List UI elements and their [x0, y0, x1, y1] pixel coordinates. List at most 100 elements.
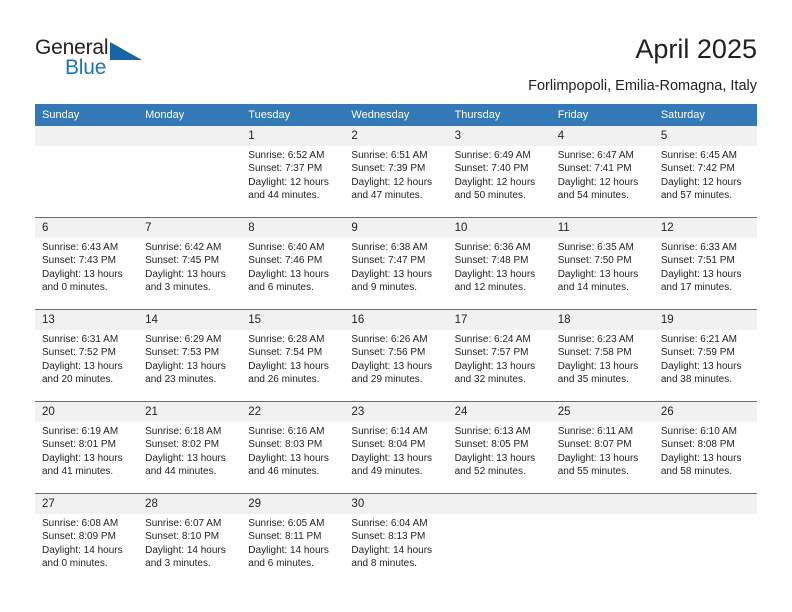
day-cell-3[interactable]: Sunrise: 6:49 AM Sunset: 7:40 PM Daylight:… — [447, 146, 551, 217]
day-cell-22[interactable]: Sunrise: 6:16 AM Sunset: 8:03 PM Daylight:… — [241, 422, 345, 493]
day-number-21[interactable]: 21 — [138, 402, 242, 422]
day-number-2[interactable]: 2 — [344, 126, 448, 146]
day-detail-line: Daylight: 13 hours — [42, 360, 123, 372]
day-detail-line: Daylight: 13 hours — [145, 360, 226, 372]
day-cell-4[interactable]: Sunrise: 6:47 AM Sunset: 7:41 PM Daylight:… — [550, 146, 654, 217]
day-detail-line: Daylight: 13 hours — [248, 268, 329, 280]
day-number-25[interactable]: 25 — [550, 402, 654, 422]
day-number-24[interactable]: 24 — [447, 402, 551, 422]
day-cell-17[interactable]: Sunrise: 6:24 AM Sunset: 7:57 PM Daylight:… — [447, 330, 551, 401]
day-number-22[interactable]: 22 — [241, 402, 345, 422]
day-number-18[interactable]: 18 — [550, 310, 654, 330]
day-number-3[interactable]: 3 — [447, 126, 551, 146]
day-cell-28[interactable]: Sunrise: 6:07 AM Sunset: 8:10 PM Daylight:… — [138, 514, 242, 585]
day-cell-7[interactable]: Sunrise: 6:42 AM Sunset: 7:45 PM Daylight:… — [138, 238, 242, 309]
day-cell-18[interactable]: Sunrise: 6:23 AM Sunset: 7:58 PM Daylight:… — [550, 330, 654, 401]
day-cell-24[interactable]: Sunrise: 6:13 AM Sunset: 8:05 PM Daylight:… — [447, 422, 551, 493]
day-number-30[interactable]: 30 — [344, 494, 448, 514]
day-detail-line: Daylight: 14 hours — [42, 544, 123, 556]
day-detail-line: Sunrise: 6:31 AM — [42, 334, 119, 345]
day-detail-line: Sunrise: 6:36 AM — [454, 242, 531, 253]
day-detail-line: Daylight: 13 hours — [660, 268, 742, 280]
day-cell-29[interactable]: Sunrise: 6:05 AM Sunset: 8:11 PM Daylight:… — [241, 514, 345, 585]
day-number-17[interactable]: 17 — [447, 310, 551, 330]
day-detail-line: Sunrise: 6:47 AM — [557, 150, 634, 161]
day-detail-line: and 44 minutes. — [145, 465, 217, 477]
day-cell-27[interactable]: Sunrise: 6:08 AM Sunset: 8:09 PM Daylight:… — [35, 514, 139, 585]
day-cell-21[interactable]: Sunrise: 6:18 AM Sunset: 8:02 PM Daylight:… — [138, 422, 242, 493]
day-detail-line: Sunrise: 6:13 AM — [454, 426, 531, 437]
sunrise-sunset-calendar: Sunday Monday Tuesday Wednesday Thursday Frid… — [35, 104, 757, 585]
day-detail-line: and 57 minutes. — [660, 189, 733, 201]
day-number-11[interactable]: 11 — [550, 218, 654, 238]
day-cell-16[interactable]: Sunrise: 6:26 AM Sunset: 7:56 PM Daylight:… — [344, 330, 448, 401]
day-detail-line: Sunrise: 6:07 AM — [145, 518, 222, 529]
day-number-row: 27 28 29 30 — [35, 494, 757, 514]
day-number-12[interactable]: 12 — [653, 218, 757, 238]
day-detail-line: Daylight: 13 hours — [660, 360, 742, 372]
day-detail-line: Sunset: 8:07 PM — [557, 439, 632, 451]
day-number-6[interactable]: 6 — [35, 218, 139, 238]
day-cell-26[interactable]: Sunrise: 6:10 AM Sunset: 8:08 PM Daylight:… — [653, 422, 757, 493]
day-number-15[interactable]: 15 — [241, 310, 345, 330]
day-cell-14[interactable]: Sunrise: 6:29 AM Sunset: 7:53 PM Daylight:… — [138, 330, 242, 401]
day-number-20[interactable]: 20 — [35, 402, 139, 422]
day-detail-line: Sunset: 8:03 PM — [248, 439, 323, 451]
day-cell-9[interactable]: Sunrise: 6:38 AM Sunset: 7:47 PM Daylight:… — [344, 238, 448, 309]
day-number-8[interactable]: 8 — [241, 218, 345, 238]
day-cell-11[interactable]: Sunrise: 6:35 AM Sunset: 7:50 PM Daylight:… — [550, 238, 654, 309]
day-cell-10[interactable]: Sunrise: 6:36 AM Sunset: 7:48 PM Daylight:… — [447, 238, 551, 309]
day-number-row: 6 7 8 9 10 11 12 — [35, 218, 757, 238]
day-detail-line: Sunrise: 6:42 AM — [145, 242, 222, 253]
day-number-9[interactable]: 9 — [344, 218, 448, 238]
day-cell-8[interactable]: Sunrise: 6:40 AM Sunset: 7:46 PM Daylight:… — [241, 238, 345, 309]
day-cell-1[interactable]: Sunrise: 6:52 AM Sunset: 7:37 PM Daylight:… — [241, 146, 345, 217]
day-number-4[interactable]: 4 — [550, 126, 654, 146]
day-number-10[interactable]: 10 — [447, 218, 551, 238]
day-cell-20[interactable]: Sunrise: 6:19 AM Sunset: 8:01 PM Daylight:… — [35, 422, 139, 493]
day-cell-23[interactable]: Sunrise: 6:14 AM Sunset: 8:04 PM Daylight:… — [344, 422, 448, 493]
calendar-body: 1 2 3 4 5 Sunrise: 6:52 AM Sunset: 7:37 PM Dayl… — [35, 126, 757, 585]
day-number-16[interactable]: 16 — [344, 310, 448, 330]
weekday-header-thursday: Thursday — [447, 104, 551, 126]
day-cell-30[interactable]: Sunrise: 6:04 AM Sunset: 8:13 PM Daylight:… — [344, 514, 448, 585]
day-number-19[interactable]: 19 — [653, 310, 757, 330]
day-cell-2[interactable]: Sunrise: 6:51 AM Sunset: 7:39 PM Daylight:… — [344, 146, 448, 217]
day-cell-6[interactable]: Sunrise: 6:43 AM Sunset: 7:43 PM Daylight:… — [35, 238, 139, 309]
day-detail-line: Sunrise: 6:38 AM — [351, 242, 428, 253]
weekday-header-wednesday: Wednesday — [344, 104, 448, 126]
day-number-7[interactable]: 7 — [138, 218, 242, 238]
triangle-icon — [110, 42, 142, 60]
day-detail-line: Daylight: 12 hours — [660, 176, 742, 188]
day-number-28[interactable]: 28 — [138, 494, 242, 514]
day-detail-line: Sunset: 7:48 PM — [454, 255, 529, 267]
day-cell-15[interactable]: Sunrise: 6:28 AM Sunset: 7:54 PM Daylight:… — [241, 330, 345, 401]
day-number-13[interactable]: 13 — [35, 310, 139, 330]
day-detail-line: and 0 minutes. — [42, 557, 108, 569]
calendar-page: General Blue April 2025 Forlimpopoli, Em… — [0, 0, 792, 612]
day-detail-line: Daylight: 13 hours — [351, 360, 433, 372]
day-cell-12[interactable]: Sunrise: 6:33 AM Sunset: 7:51 PM Daylight:… — [653, 238, 757, 309]
day-cell-5[interactable]: Sunrise: 6:45 AM Sunset: 7:42 PM Daylight:… — [653, 146, 757, 217]
day-number-26[interactable]: 26 — [653, 402, 757, 422]
day-detail-line: and 3 minutes. — [145, 281, 211, 293]
day-detail-line: Sunrise: 6:43 AM — [42, 242, 119, 253]
day-number-empty — [138, 126, 242, 146]
day-cell-25[interactable]: Sunrise: 6:11 AM Sunset: 8:07 PM Daylight:… — [550, 422, 654, 493]
day-detail-line: Sunrise: 6:35 AM — [557, 242, 634, 253]
day-detail-line: and 29 minutes. — [351, 373, 423, 385]
day-number-14[interactable]: 14 — [138, 310, 242, 330]
day-cell-19[interactable]: Sunrise: 6:21 AM Sunset: 7:59 PM Daylight:… — [653, 330, 757, 401]
day-number-row: 20 21 22 23 24 25 26 — [35, 402, 757, 422]
general-blue-logo[interactable]: General Blue — [35, 36, 165, 82]
day-number-29[interactable]: 29 — [241, 494, 345, 514]
weekday-header-friday: Friday — [550, 104, 654, 126]
day-number-27[interactable]: 27 — [35, 494, 139, 514]
day-detail-line: Daylight: 13 hours — [351, 452, 433, 464]
day-number-1[interactable]: 1 — [241, 126, 345, 146]
day-number-5[interactable]: 5 — [653, 126, 757, 146]
day-number-23[interactable]: 23 — [344, 402, 448, 422]
day-detail-line: and 6 minutes. — [248, 281, 314, 293]
day-cell-13[interactable]: Sunrise: 6:31 AM Sunset: 7:52 PM Daylight:… — [35, 330, 139, 401]
page-title: April 2025 — [635, 34, 757, 64]
